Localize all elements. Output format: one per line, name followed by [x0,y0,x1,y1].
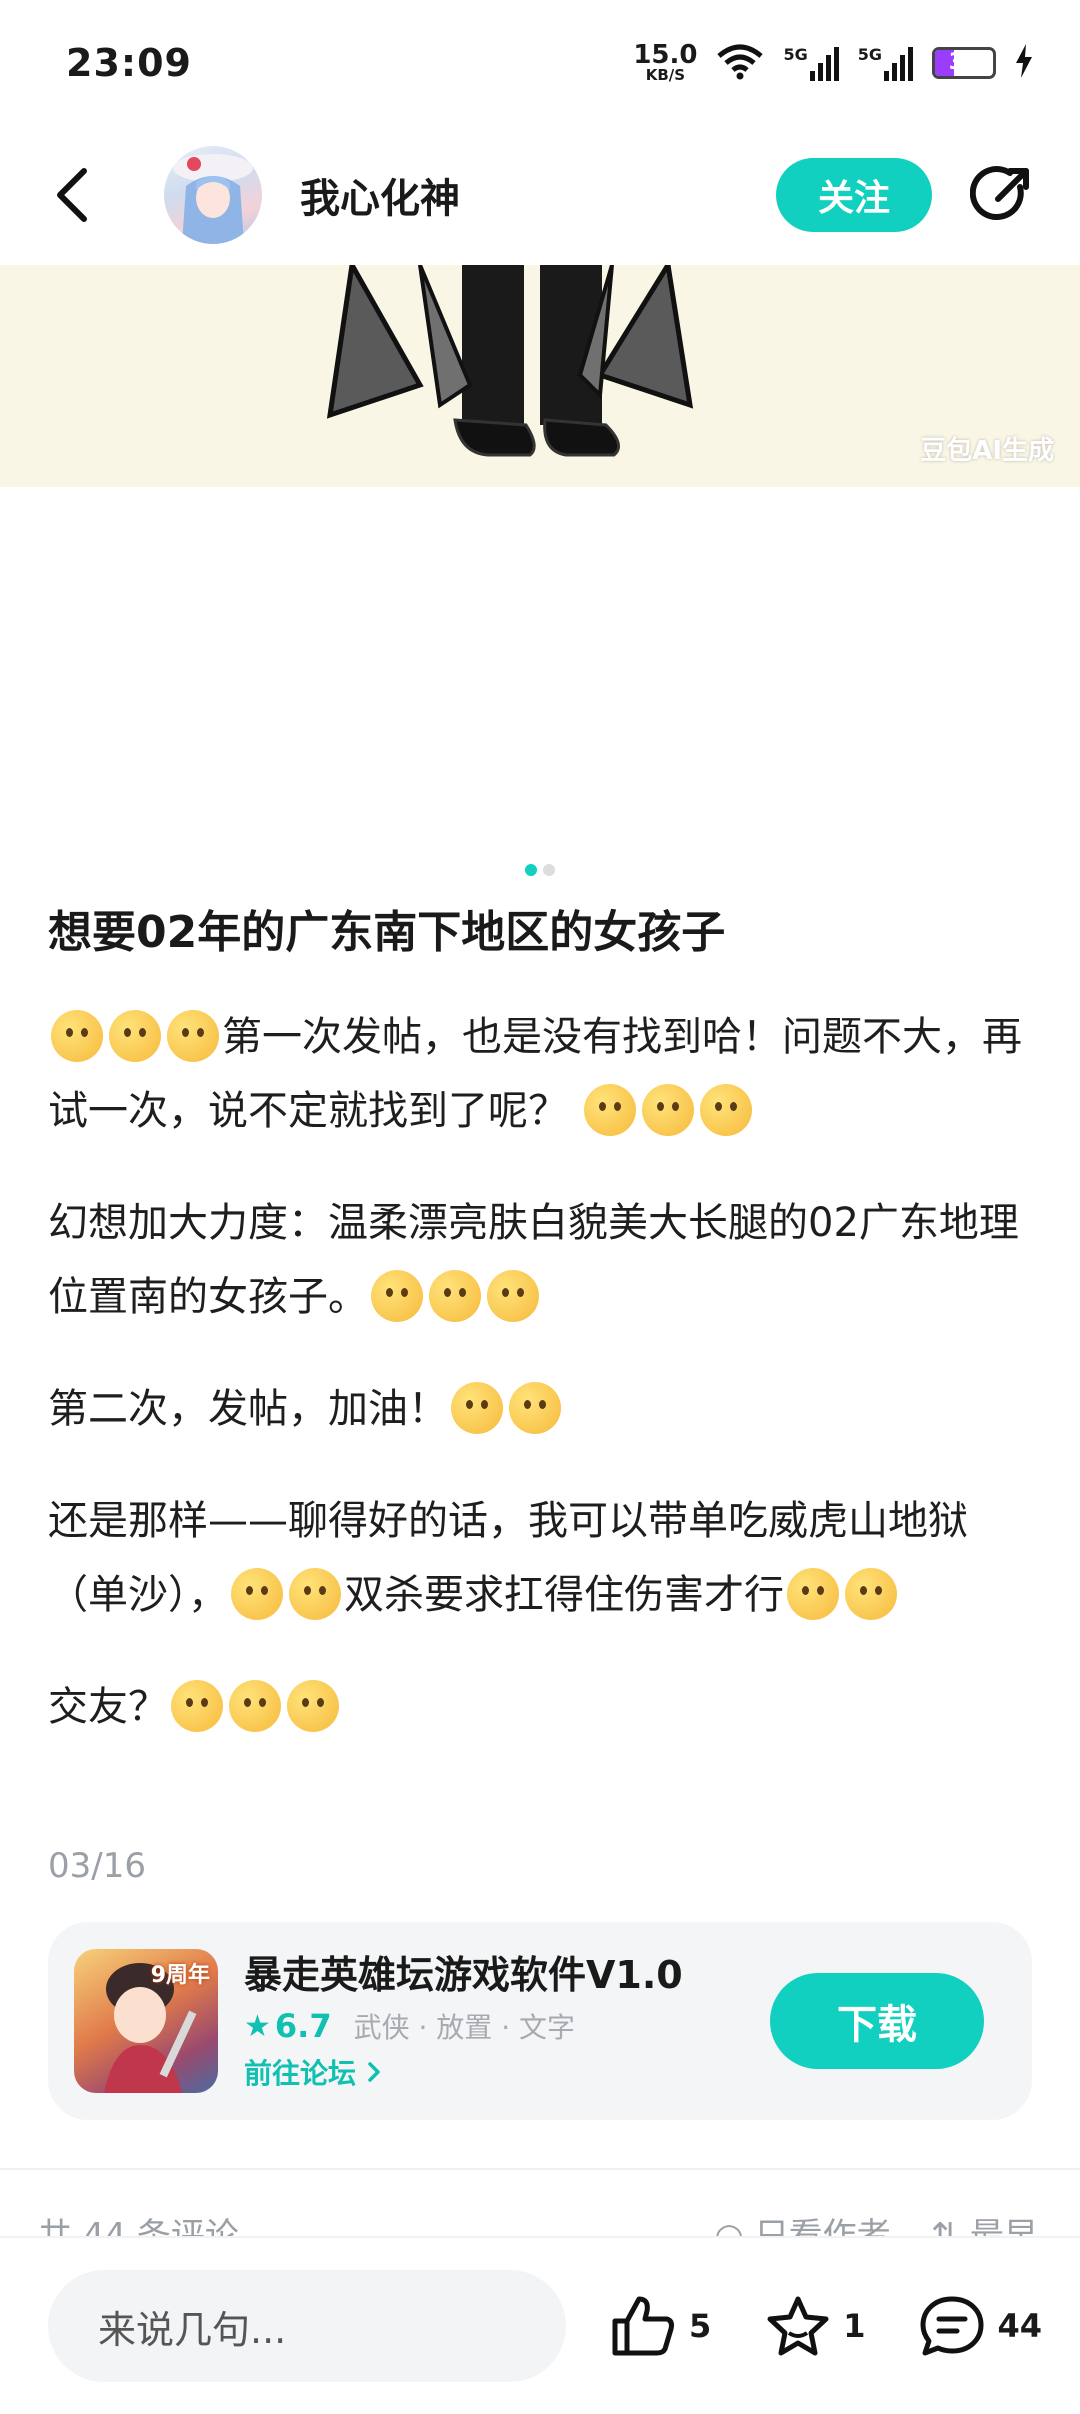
sort-icon: ⇅ [930,2216,960,2238]
paragraph-4-text-b: 双杀要求扛得住伤害才行 [344,1572,784,1618]
section-divider [0,2168,1080,2170]
thumbs-up-icon [612,2296,674,2356]
character-legs-illustration [326,265,694,457]
ai-watermark: 豆包AI生成 [920,436,1054,466]
charging-icon [1014,43,1034,82]
emoji-icon [289,1568,341,1620]
follow-button[interactable]: 关注 [776,158,932,232]
comment-count-badge: 44 [997,2307,1042,2345]
sort-label: 最早 [970,2216,1038,2238]
post-header: 我心化神 关注 [0,125,1080,265]
game-info: 暴走英雄坛游戏软件V1.0 ★ 6.7 武侠 · 放置 · 文字 前往论坛 [244,1950,683,2092]
chevron-right-icon [368,2062,380,2082]
emoji-icon [229,1680,281,1732]
author-avatar[interactable] [164,146,262,244]
emoji-icon [641,1084,694,1136]
game-rating: ★ 6.7 [244,2007,332,2045]
download-button[interactable]: 下载 [770,1973,984,2069]
like-button[interactable]: 5 [611,2295,711,2357]
emoji-icon [171,1680,223,1732]
emoji-icon [699,1084,752,1136]
share-icon [970,166,1029,221]
network-speed-value: 15.0 [633,40,698,70]
emoji-icon [167,1010,219,1062]
favorite-count: 1 [843,2307,866,2345]
signal-2-tag: 5G [857,44,882,64]
pager-dot [543,864,555,876]
post-actions: 5 1 44 [611,2295,1042,2357]
comment-filters: ○ 只看作者 ⇅ 最早 [714,2208,1038,2238]
emoji-icon [509,1382,561,1434]
forum-link-label: 前往论坛 [244,2057,357,2090]
post-paragraph-1: 第一次发帖，也是没有找到哈！问题不大，再试一次，说不定就找到了呢？ [48,1000,1033,1148]
image-pager-dots [0,864,1080,876]
comment-bubble-icon [920,2296,984,2356]
star-outline-icon [767,2296,829,2356]
emoji-icon [51,1010,103,1062]
emoji-icon [429,1270,481,1322]
comment-button[interactable]: 44 [919,2295,1042,2357]
bottom-action-bar: 来说几句... 5 1 44 [0,2238,1080,2414]
wifi-icon [715,42,765,84]
comment-count: 共 44 条评论 [38,2216,239,2238]
signal-1-tag: 5G [783,44,808,64]
paragraph-3-text: 第二次，发帖，加油！ [48,1386,448,1432]
author-only-toggle[interactable]: ○ 只看作者 [714,2208,890,2238]
forum-link[interactable]: 前往论坛 [244,2052,683,2092]
post-paragraph-4: 还是那样——聊得好的话，我可以带单吃威虎山地狱（单沙）， 双杀要求扛得住伤害才行 [48,1484,1033,1632]
pager-dot-active [525,864,537,876]
emoji-icon [451,1382,503,1434]
post-paragraph-2: 幻想加大力度：温柔漂亮肤白貌美大长腿的02广东地理位置南的女孩子。 [48,1186,1033,1334]
post-paragraph-5: 交友？ [48,1670,1033,1744]
emoji-icon [287,1680,339,1732]
emoji-icon [787,1568,839,1620]
game-tags: 武侠 · 放置 · 文字 [353,2011,575,2044]
status-icons: 15.0 KB/S 5G 5G 33 [633,42,1034,84]
emoji-icon [845,1568,897,1620]
emoji-icon [371,1270,423,1322]
comment-input[interactable]: 来说几句... [48,2270,566,2382]
game-meta: ★ 6.7 武侠 · 放置 · 文字 [244,2006,683,2046]
author-only-label: 只看作者 [754,2216,891,2238]
share-button[interactable] [968,161,1036,229]
game-rating-value: 6.7 [274,2007,332,2045]
network-speed-unit: KB/S [645,66,686,84]
post-body: 第一次发帖，也是没有找到哈！问题不大，再试一次，说不定就找到了呢？ 幻想加大力度… [48,1000,1033,1782]
game-card[interactable]: 9周年 暴走英雄坛游戏软件V1.0 ★ 6.7 武侠 · 放置 · 文字 前往论坛… [48,1922,1032,2120]
author-name[interactable]: 我心化神 [300,166,460,224]
battery-icon: 33 [932,46,996,79]
status-bar: 23:09 15.0 KB/S 5G 5G 33 [0,0,1080,125]
cellular-signal-1-icon: 5G [783,45,839,81]
post-paragraph-3: 第二次，发帖，加油！ [48,1372,1033,1446]
game-icon-badge: 9周年 [150,1963,210,1988]
comments-header: 共 44 条评论 ○ 只看作者 ⇅ 最早 [38,2208,1038,2238]
star-icon: ★ [244,2008,271,2044]
emoji-icon [487,1270,539,1322]
post-date: 03/16 [48,1846,146,1886]
game-app-icon[interactable]: 9周年 [74,1949,218,2093]
chevron-left-icon [57,168,87,222]
sort-toggle[interactable]: ⇅ 最早 [931,2208,1038,2238]
emoji-icon [583,1084,636,1136]
post-image[interactable]: 豆包AI生成 [0,265,1080,487]
emoji-icon [231,1568,283,1620]
battery-level: 33 [948,50,980,75]
back-button[interactable] [52,155,112,235]
status-time: 23:09 [66,40,192,85]
game-title[interactable]: 暴走英雄坛游戏软件V1.0 [244,1950,683,2000]
post-title: 想要02年的广东南下地区的女孩子 [48,907,726,958]
paragraph-5-text: 交友？ [48,1684,168,1730]
emoji-icon [109,1010,161,1062]
cellular-signal-2-icon: 5G [858,45,914,81]
favorite-button[interactable]: 1 [765,2295,865,2357]
radio-icon: ○ [714,2216,744,2238]
like-count: 5 [688,2307,712,2345]
network-speed: 15.0 KB/S [633,42,697,83]
